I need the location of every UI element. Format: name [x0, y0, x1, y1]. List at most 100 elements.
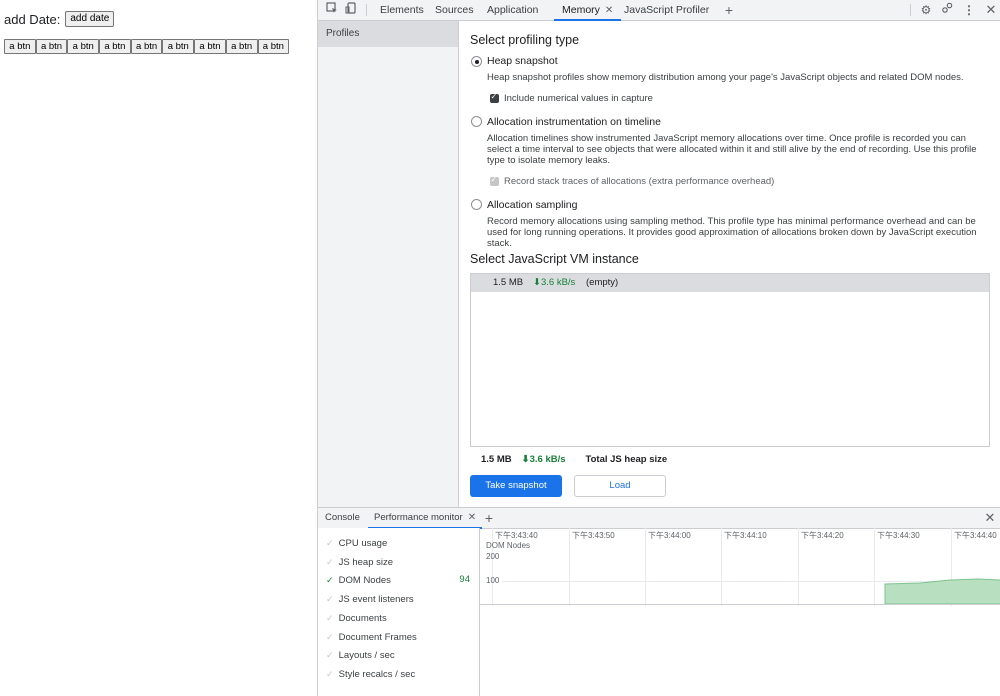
close-icon[interactable]: ✕ [605, 5, 613, 16]
button-row: a btn a btn a btn a btn a btn a btn a bt… [4, 39, 290, 54]
date-label: add Date: [4, 11, 61, 27]
select-vm-title: Select JavaScript VM instance [470, 252, 639, 266]
check-icon: ✓ [326, 669, 334, 679]
allocation-timeline-desc: Allocation timelines show instrumented J… [487, 133, 977, 166]
tab-sources[interactable]: Sources [435, 0, 474, 20]
a-btn[interactable]: a btn [194, 39, 226, 54]
memory-main: Select profiling type Heap snapshot Heap… [459, 21, 1000, 507]
metric-documents[interactable]: ✓ Documents [326, 611, 476, 625]
metric-label: DOM Nodes [338, 575, 391, 586]
tab-memory[interactable]: Memory ✕ [553, 0, 622, 21]
allocation-sampling-label[interactable]: Allocation sampling [487, 199, 577, 211]
heap-snapshot-desc: Heap snapshot profiles show memory distr… [487, 72, 964, 83]
close-drawer-icon[interactable]: ✕ [982, 510, 998, 526]
sidebar-item-profiles[interactable]: Profiles [318, 21, 458, 47]
a-btn[interactable]: a btn [162, 39, 195, 54]
check-icon: ✓ [326, 594, 334, 604]
record-stack-traces-checkbox [490, 175, 499, 186]
chart-baseline [480, 604, 1000, 605]
radio-allocation-timeline[interactable] [471, 116, 482, 127]
metric-label: JS heap size [338, 557, 394, 568]
a-btn[interactable]: a btn [257, 39, 290, 54]
dom-nodes-series [884, 578, 1000, 605]
heap-summary: 1.5 MB ⬇3.6 kB/s Total JS heap size [481, 454, 677, 466]
a-btn[interactable]: a btn [225, 39, 258, 54]
include-numerical-label[interactable]: Include numerical values in capture [504, 93, 653, 104]
add-tab-icon[interactable]: + [721, 2, 737, 18]
performance-metrics-list: ✓ CPU usage ✓ JS heap size ✓ DOM Nodes 94… [318, 528, 480, 696]
vm-rate: ⬇3.6 kB/s [533, 277, 576, 288]
summary-rate-value: 3.6 kB/s [529, 454, 566, 465]
summary-label: Total JS heap size [585, 454, 668, 465]
check-icon: ✓ [326, 650, 334, 660]
toolbar-divider [910, 4, 911, 16]
radio-allocation-sampling[interactable] [471, 199, 482, 210]
metric-layouts-per-sec[interactable]: ✓ Layouts / sec [326, 648, 476, 662]
a-btn[interactable]: a btn [130, 39, 163, 54]
more-options-icon[interactable]: ⋮ [961, 2, 977, 18]
metric-dom-nodes[interactable]: ✓ DOM Nodes 94 [326, 573, 476, 587]
remote-devices-icon[interactable] [939, 2, 955, 18]
tab-javascript-profiler[interactable]: JavaScript Profiler [624, 0, 709, 20]
heap-snapshot-label[interactable]: Heap snapshot [487, 55, 558, 67]
inspect-element-icon[interactable] [324, 2, 340, 18]
check-icon: ✓ [326, 575, 334, 585]
vm-size: 1.5 MB [493, 277, 524, 288]
devtools-tabbar: Elements Sources Application Memory ✕ Jav… [318, 0, 1000, 21]
device-toolbar-icon[interactable] [343, 2, 359, 18]
metric-label: CPU usage [338, 538, 388, 549]
performance-monitor-chart: 下午3:43:40 下午3:43:50 下午3:44:00 下午3:44:10 … [480, 528, 1000, 606]
profiles-sidebar [318, 21, 459, 507]
gear-icon[interactable]: ⚙ [918, 2, 934, 18]
take-snapshot-button[interactable]: Take snapshot [470, 475, 562, 497]
dom-nodes-area [884, 578, 1000, 605]
tab-memory-label: Memory [562, 4, 600, 16]
check-icon: ✓ [326, 632, 334, 642]
tab-application[interactable]: Application [487, 0, 538, 20]
date-row: add Date: add date [4, 11, 115, 27]
dom-nodes-count: 94 [459, 574, 470, 585]
metric-document-frames[interactable]: ✓ Document Frames [326, 630, 476, 644]
metric-js-event-listeners[interactable]: ✓ JS event listeners [326, 592, 476, 606]
radio-heap-snapshot[interactable] [471, 56, 482, 67]
allocation-timeline-label[interactable]: Allocation instrumentation on timeline [487, 116, 661, 128]
a-btn[interactable]: a btn [35, 39, 68, 54]
allocation-sampling-desc: Record memory allocations using sampling… [487, 216, 977, 249]
drawer-tabbar: Console Performance monitor ✕ + ✕ [318, 507, 1000, 529]
metric-js-heap-size[interactable]: ✓ JS heap size [326, 555, 476, 569]
check-icon: ✓ [326, 613, 334, 623]
check-icon: ✓ [326, 538, 334, 548]
check-icon: ✓ [326, 557, 334, 567]
vm-instance-list: 1.5 MB ⬇3.6 kB/s (empty) [470, 273, 990, 447]
close-devtools-icon[interactable]: ✕ [983, 2, 999, 18]
metric-label: Document Frames [338, 632, 417, 643]
close-icon[interactable]: ✕ [468, 512, 476, 523]
include-numerical-checkbox[interactable] [490, 92, 499, 103]
vm-rate-value: 3.6 kB/s [540, 277, 576, 288]
summary-size: 1.5 MB [481, 454, 512, 465]
drawer-tab-performance-monitor-label: Performance monitor [374, 512, 463, 523]
drawer-tab-console[interactable]: Console [325, 508, 360, 528]
toolbar-divider [366, 4, 367, 16]
metric-label: Layouts / sec [338, 650, 395, 661]
a-btn[interactable]: a btn [4, 39, 36, 54]
metric-label: Style recalcs / sec [338, 669, 416, 680]
web-page: add Date: add date a btn a btn a btn a b… [0, 0, 318, 696]
summary-rate: ⬇3.6 kB/s [521, 454, 566, 465]
drawer-tab-performance-monitor[interactable]: Performance monitor ✕ [367, 508, 483, 529]
metric-cpu-usage[interactable]: ✓ CPU usage [326, 536, 476, 550]
select-profiling-type-title: Select profiling type [470, 33, 580, 47]
vm-instance-row[interactable]: 1.5 MB ⬇3.6 kB/s (empty) [471, 274, 989, 292]
vm-name: (empty) [586, 277, 619, 288]
metric-label: JS event listeners [338, 594, 414, 605]
a-btn[interactable]: a btn [99, 39, 131, 54]
a-btn[interactable]: a btn [67, 39, 100, 54]
devtools-panel: Elements Sources Application Memory ✕ Jav… [317, 0, 1000, 696]
metric-label: Documents [338, 613, 387, 624]
add-drawer-tab-icon[interactable]: + [481, 510, 497, 526]
tab-elements[interactable]: Elements [380, 0, 424, 20]
metric-style-recalcs-per-sec[interactable]: ✓ Style recalcs / sec [326, 667, 476, 681]
add-date-button[interactable]: add date [65, 11, 115, 27]
load-button[interactable]: Load [574, 475, 666, 497]
record-stack-traces-label: Record stack traces of allocations (extr… [504, 176, 775, 187]
